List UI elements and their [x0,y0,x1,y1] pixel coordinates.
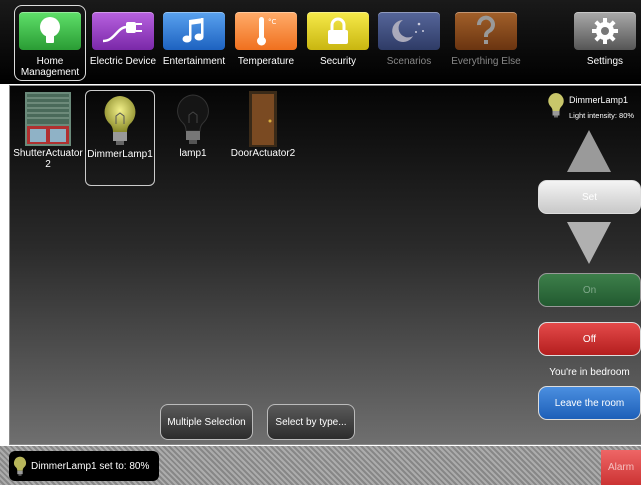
device-label: DimmerLamp1 [87,149,153,160]
category-bar: Home Management Electric Device Entertai… [0,0,641,84]
decrease-arrow-icon[interactable] [567,222,611,266]
shutter-icon [13,90,83,148]
status-device-name: DimmerLamp1 [569,95,629,105]
gear-icon [574,12,636,50]
alarm-button[interactable]: Alarm [601,450,641,485]
music-note-icon [163,12,225,50]
category-label: Scenarios [386,56,432,67]
status-light-intensity: Light intensity: 80% [569,111,635,120]
current-room-text: You're in bedroom [549,367,630,378]
category-electric-device[interactable]: Electric Device [87,6,159,80]
padlock-icon [307,12,369,50]
on-button[interactable]: On [538,273,641,307]
lightbulb-on-icon [548,93,564,118]
device-dimmerlamp1[interactable]: DimmerLamp1 [85,90,155,186]
set-button[interactable]: Set [538,180,641,214]
device-dooractuator2[interactable]: DoorActuator2 [228,90,298,182]
select-by-type-button[interactable]: Select by type... [267,404,355,440]
category-label: Electric Device [89,56,157,67]
svg-text:°C: °C [268,18,277,26]
category-label: Settings [586,56,624,67]
device-lamp1[interactable]: lamp1 [158,90,228,182]
category-label: Entertainment [162,56,226,67]
device-shutteractuator2[interactable]: ShutterActuator2 [13,90,83,182]
device-label: ShutterActuator2 [13,148,83,170]
notification: DimmerLamp1 set to: 80% [9,451,159,481]
device-label: DoorActuator2 [230,148,296,159]
leave-room-button[interactable]: Leave the room [538,386,641,420]
moon-stars-icon [378,12,440,50]
lightbulb-icon [19,12,81,50]
lightbulb-on-icon [13,456,27,476]
category-everything-else[interactable]: Everything Else [447,6,525,80]
category-entertainment[interactable]: Entertainment [158,6,230,80]
category-label: Security [319,56,357,67]
increase-arrow-icon[interactable] [567,130,611,174]
category-temperature[interactable]: °C Temperature [230,6,302,80]
category-security[interactable]: Security [302,6,374,80]
off-button[interactable]: Off [538,322,641,356]
question-mark-icon [455,12,517,50]
device-label: lamp1 [179,148,207,159]
lightbulb-off-icon [158,90,228,148]
status-bar: DimmerLamp1 set to: 80% Alarm [0,446,641,485]
multiple-selection-button[interactable]: Multiple Selection [160,404,253,440]
category-settings[interactable]: Settings [572,6,638,80]
category-label: Home Management [20,56,80,78]
thermometer-icon: °C [235,12,297,50]
device-status: DimmerLamp1 Light intensity: 80% [543,90,641,130]
category-scenarios[interactable]: Scenarios [373,6,445,80]
lightbulb-on-icon [86,91,154,149]
category-home-management[interactable]: Home Management [14,5,86,81]
device-panel: ShutterActuator2 DimmerLamp1 lamp1 DoorA… [9,85,641,445]
category-label: Everything Else [451,56,521,67]
category-label: Temperature [237,56,295,67]
door-icon [228,90,298,148]
notification-text: DimmerLamp1 set to: 80% [31,460,150,472]
plug-icon [92,12,154,50]
